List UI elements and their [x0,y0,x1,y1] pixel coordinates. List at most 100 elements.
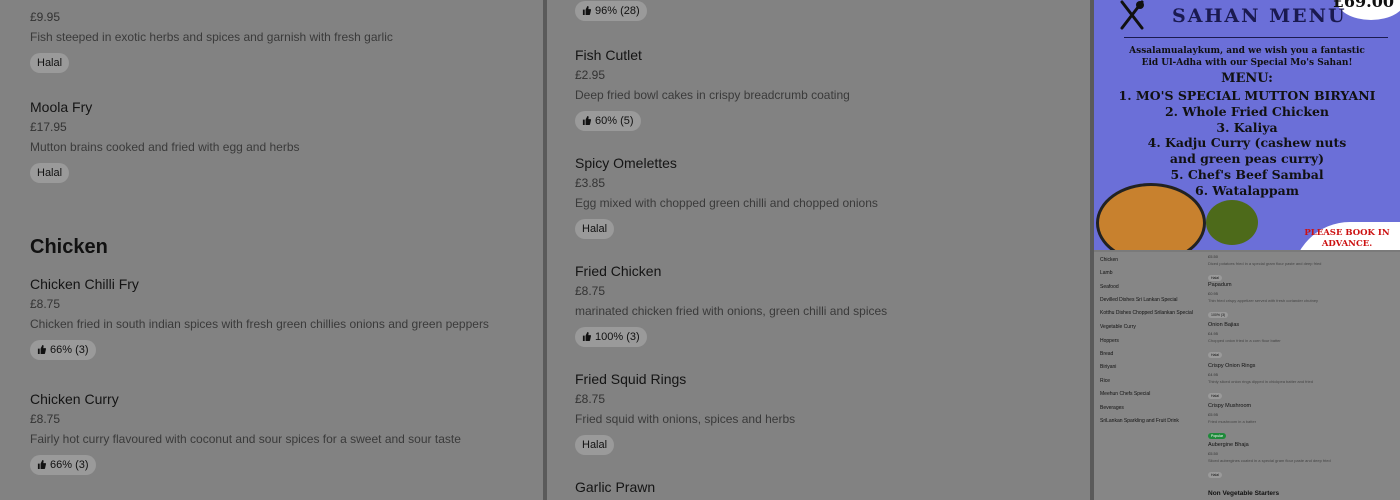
mini-item-price: £0.95 [1208,291,1219,296]
book-notice: PLEASE BOOK IN ADVANCE. [1302,228,1392,250]
poster-greeting: Assalamualaykum, and we wish you a fanta… [1104,45,1390,69]
rating-badge: 66% (3) [30,340,96,360]
menu-item[interactable]: Spicy Omelettes £3.85 Egg mixed with cho… [575,154,1070,239]
mini-item-description: Chopped onion fried in a corn flour batt… [1208,338,1281,343]
rating-badge: 66% (3) [30,455,96,475]
mini-nav-item: Rice [1100,378,1111,384]
item-description: Egg mixed with chopped green chilli and … [575,196,878,210]
mini-nav-item: Meehun Chefs Special [1100,391,1151,397]
item-description: Fairly hot curry flavoured with coconut … [30,432,461,446]
mini-item-name: Onion Bajias [1208,322,1240,328]
poster-menu-list: 1. MO'S SPECIAL MUTTON BIRYANI 2. Whole … [1094,88,1400,199]
mini-nav-item: Biriyani [1100,364,1117,370]
badge-label: 60% (5) [595,115,634,127]
poster-title: SAHAN MENU [1172,5,1347,27]
halal-badge: Halal [30,53,70,73]
mini-menu-item: Crispy Mushroom £5.95 Fried mushroom in … [1208,403,1256,442]
thumbs-up-icon [37,345,46,354]
mini-menu-item: Crispy Onion Rings £4.95 Thinly sliced o… [1208,363,1313,402]
badge-label: Halal [582,439,608,451]
item-description: Fish steeped in exotic herbs and spices … [30,30,393,44]
item-name: Moola Fry [30,99,93,115]
item-price: £8.75 [575,392,606,406]
mini-item-tag: 100% (3) [1208,312,1229,318]
poster-menu-item: 2. Whole Fried Chicken [1164,103,1330,119]
thumbs-up-icon [582,116,591,125]
menu-column-left: £9.95 Fish steeped in exotic herbs and s… [0,0,543,500]
item-description: Chicken fried in south indian spices wit… [30,317,489,331]
menu-item[interactable]: Chicken Chilli Fry £8.75 Chicken fried i… [30,275,523,360]
item-price: £3.85 [575,176,606,190]
item-name: Fish Cutlet [575,47,642,63]
mini-menu-item: Papadum £0.95 Thin fried crispy appetize… [1208,282,1318,321]
mini-section-title: Non Vegetable Starters [1208,490,1280,497]
item-price: £8.75 [575,284,606,298]
menu-screenshot-thumbnail[interactable]: Chicken Lamb Seafood Devilled Dishes Sri… [1094,252,1400,500]
mini-nav-item: Bread [1100,351,1114,357]
item-description: marinated chicken fried with onions, gre… [575,304,888,318]
menu-item[interactable]: Moola Fry £17.95 Mutton brains cooked an… [30,98,523,183]
image-gallery: £69.00 SAHAN MENU Assalamualaykum, and w… [1094,0,1400,500]
mini-item-name: Aubergine Bhaja [1208,442,1249,448]
thumbs-up-icon [37,460,46,469]
rating-badge: 60% (5) [575,111,641,131]
mini-menu-item: Aubergine Bhaja £5.50 Sliced aubergines … [1208,442,1331,481]
mini-nav-item: Hoppers [1100,338,1119,344]
item-description: Deep fried bowl cakes in crispy breadcru… [575,88,850,102]
mini-item-price: £5.50 [1208,451,1219,456]
item-price: £9.95 [30,10,61,24]
mini-nav-item: Vegetable Curry [1100,324,1136,330]
mini-nav-item: Lamb [1100,270,1113,276]
menu-item[interactable]: Garlic Prawn [575,478,1070,496]
rating-badge: 100% (3) [575,327,647,347]
mini-item-name: Crispy Onion Rings [1208,363,1256,369]
badge-label: 66% (3) [50,344,89,356]
divider [1124,37,1388,38]
mini-nav-item: Devilled Dishes Sri Lankan Special [1100,297,1178,303]
thumbs-up-icon [582,332,591,341]
badge-label: 100% (3) [595,331,640,343]
mini-item-tag: Halal [1208,352,1222,358]
item-name: Spicy Omelettes [575,155,677,171]
item-name: Fried Chicken [575,263,662,279]
thumbs-up-icon [582,6,591,15]
item-price: £17.95 [30,120,67,134]
mini-nav-item: SriLankan Sparkling and Fruit Drink [1100,418,1179,424]
menu-item[interactable]: Fried Squid Rings £8.75 Fried squid with… [575,370,1070,455]
item-name: Chicken Curry [30,391,119,407]
mini-nav-item: Seafood [1100,284,1119,290]
menu-item[interactable]: Fried Chicken £8.75 marinated chicken fr… [575,262,1070,347]
menu-item[interactable]: £9.95 Fish steeped in exotic herbs and s… [30,6,523,73]
badge-label: Halal [37,167,63,179]
mini-item-description: Sliced aubergines coated in a special gr… [1208,458,1331,463]
poster-menu-item: 3. Kaliya [1216,119,1278,135]
item-description: Mutton brains cooked and fried with egg … [30,140,300,154]
poster-menu-item: 4. Kadju Curry (cashew nuts [1147,135,1347,151]
poster-menu-item: 5. Chef's Beef Sambal [1170,166,1324,182]
item-name: Chicken Chilli Fry [30,276,139,292]
mini-nav-item: Beverages [1100,405,1124,411]
book-line: PLEASE BOOK IN [1304,228,1390,238]
halal-badge: Halal [575,219,615,239]
mini-menu-item: £5.50 Diced potatoes fried in a special … [1208,252,1321,284]
menu-item-partial[interactable]: 96% (28) [575,0,1070,21]
halal-badge: Halal [575,435,615,455]
mini-item-description: Thinly sliced onion rings dipped in chic… [1208,379,1313,384]
mini-item-description: Thin fried crispy appetizer served with … [1208,298,1319,303]
badge-label: 96% (28) [595,5,640,17]
mini-item-tag: Halal [1208,275,1222,281]
mini-nav-item: Chicken [1100,257,1119,263]
item-name: Fried Squid Rings [575,371,687,387]
menu-item[interactable]: Chicken Curry £8.75 Fairly hot curry fla… [30,390,523,475]
mini-nav-item: Kotthu Dishes Chopped Srilankan Special [1100,310,1193,316]
section-title: Chicken [30,236,108,258]
mini-item-description: Fried mushroom in a batter [1208,419,1257,424]
menu-item[interactable]: Fish Cutlet £2.95 Deep fried bowl cakes … [575,46,1070,131]
sahan-menu-poster[interactable]: £69.00 SAHAN MENU Assalamualaykum, and w… [1094,0,1400,250]
mini-item-description: Diced potatoes fried in a special gram f… [1208,261,1322,266]
mini-item-price: £5.50 [1208,254,1219,259]
item-price: £8.75 [30,297,61,311]
mini-menu-item: Onion Bajias £4.95 Chopped onion fried i… [1208,322,1281,361]
mini-item-price: £4.95 [1208,372,1219,377]
badge-label: 66% (3) [50,459,89,471]
